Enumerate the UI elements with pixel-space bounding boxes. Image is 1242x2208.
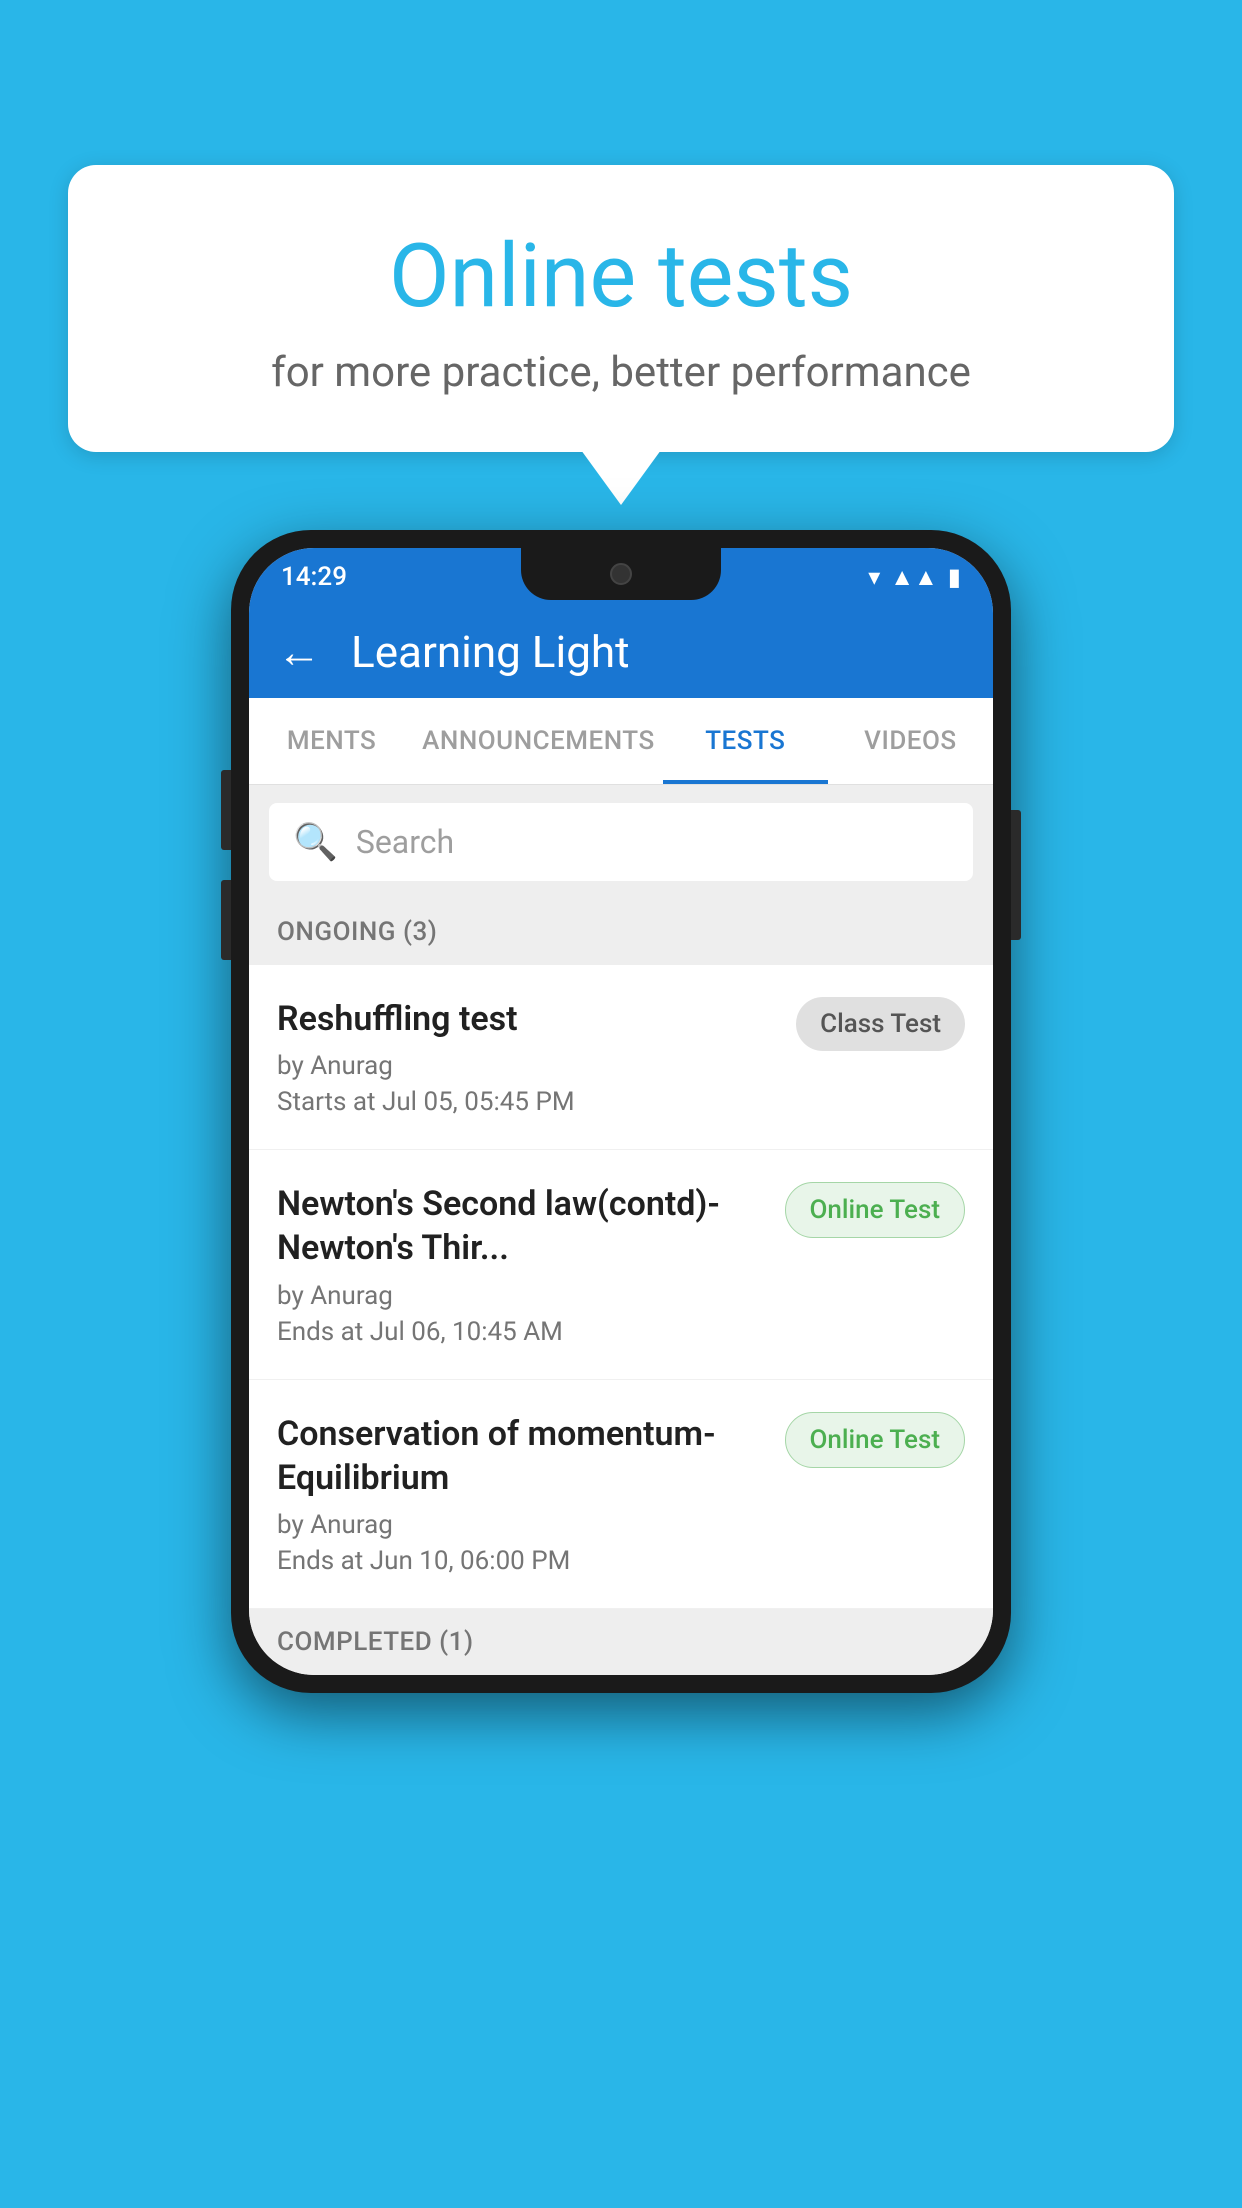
phone-volume-up-button	[221, 770, 231, 850]
list-item[interactable]: Conservation of momentum-Equilibrium by …	[249, 1380, 993, 1609]
test-author: by Anurag	[277, 1510, 765, 1540]
test-info: Conservation of momentum-Equilibrium by …	[277, 1412, 765, 1576]
app-bar: ← Learning Light	[249, 606, 993, 698]
test-date: Starts at Jul 05, 05:45 PM	[277, 1087, 776, 1117]
test-date: Ends at Jul 06, 10:45 AM	[277, 1317, 765, 1347]
wifi-icon: ▾	[868, 563, 880, 591]
status-badge: Online Test	[785, 1412, 966, 1468]
phone-container: 14:29 ▾ ▲▲ ▮ ← Learning Light MENTS ANNO…	[231, 530, 1011, 1693]
completed-section-header: COMPLETED (1)	[249, 1609, 993, 1675]
status-badge: Online Test	[785, 1182, 966, 1238]
list-item[interactable]: Newton's Second law(contd)-Newton's Thir…	[249, 1150, 993, 1379]
bubble-subtitle: for more practice, better performance	[118, 348, 1124, 397]
test-date: Ends at Jun 10, 06:00 PM	[277, 1546, 765, 1576]
tabs-container: MENTS ANNOUNCEMENTS TESTS VIDEOS	[249, 698, 993, 785]
status-time: 14:29	[281, 562, 347, 592]
tab-tests[interactable]: TESTS	[663, 698, 828, 784]
speech-bubble-container: Online tests for more practice, better p…	[68, 165, 1174, 505]
phone-outer: 14:29 ▾ ▲▲ ▮ ← Learning Light MENTS ANNO…	[231, 530, 1011, 1693]
test-name: Conservation of momentum-Equilibrium	[277, 1412, 765, 1500]
phone-notch	[521, 548, 721, 600]
tab-announcements[interactable]: ANNOUNCEMENTS	[414, 698, 663, 784]
search-input-wrapper[interactable]: 🔍 Search	[269, 803, 973, 881]
speech-bubble-arrow	[581, 450, 661, 505]
tab-videos[interactable]: VIDEOS	[828, 698, 993, 784]
signal-icon: ▲▲	[890, 563, 938, 592]
phone-power-button	[1011, 810, 1021, 940]
test-info: Reshuffling test by Anurag Starts at Jul…	[277, 997, 776, 1117]
phone-volume-down-button	[221, 880, 231, 960]
status-icons: ▾ ▲▲ ▮	[868, 563, 961, 592]
app-bar-title: Learning Light	[351, 626, 630, 678]
search-container: 🔍 Search	[249, 785, 993, 899]
search-icon: 🔍	[293, 821, 338, 863]
status-badge: Class Test	[796, 997, 965, 1051]
speech-bubble: Online tests for more practice, better p…	[68, 165, 1174, 452]
test-info: Newton's Second law(contd)-Newton's Thir…	[277, 1182, 765, 1346]
list-item[interactable]: Reshuffling test by Anurag Starts at Jul…	[249, 965, 993, 1150]
test-name: Newton's Second law(contd)-Newton's Thir…	[277, 1182, 765, 1270]
back-arrow-icon[interactable]: ←	[277, 626, 321, 678]
test-author: by Anurag	[277, 1281, 765, 1311]
test-name: Reshuffling test	[277, 997, 776, 1041]
test-list: Reshuffling test by Anurag Starts at Jul…	[249, 965, 993, 1609]
phone-screen: 14:29 ▾ ▲▲ ▮ ← Learning Light MENTS ANNO…	[249, 548, 993, 1675]
tab-ments[interactable]: MENTS	[249, 698, 414, 784]
ongoing-section-header: ONGOING (3)	[249, 899, 993, 965]
battery-icon: ▮	[948, 563, 961, 591]
test-author: by Anurag	[277, 1051, 776, 1081]
bubble-title: Online tests	[118, 225, 1124, 328]
phone-camera	[610, 563, 632, 585]
search-placeholder: Search	[356, 823, 454, 861]
